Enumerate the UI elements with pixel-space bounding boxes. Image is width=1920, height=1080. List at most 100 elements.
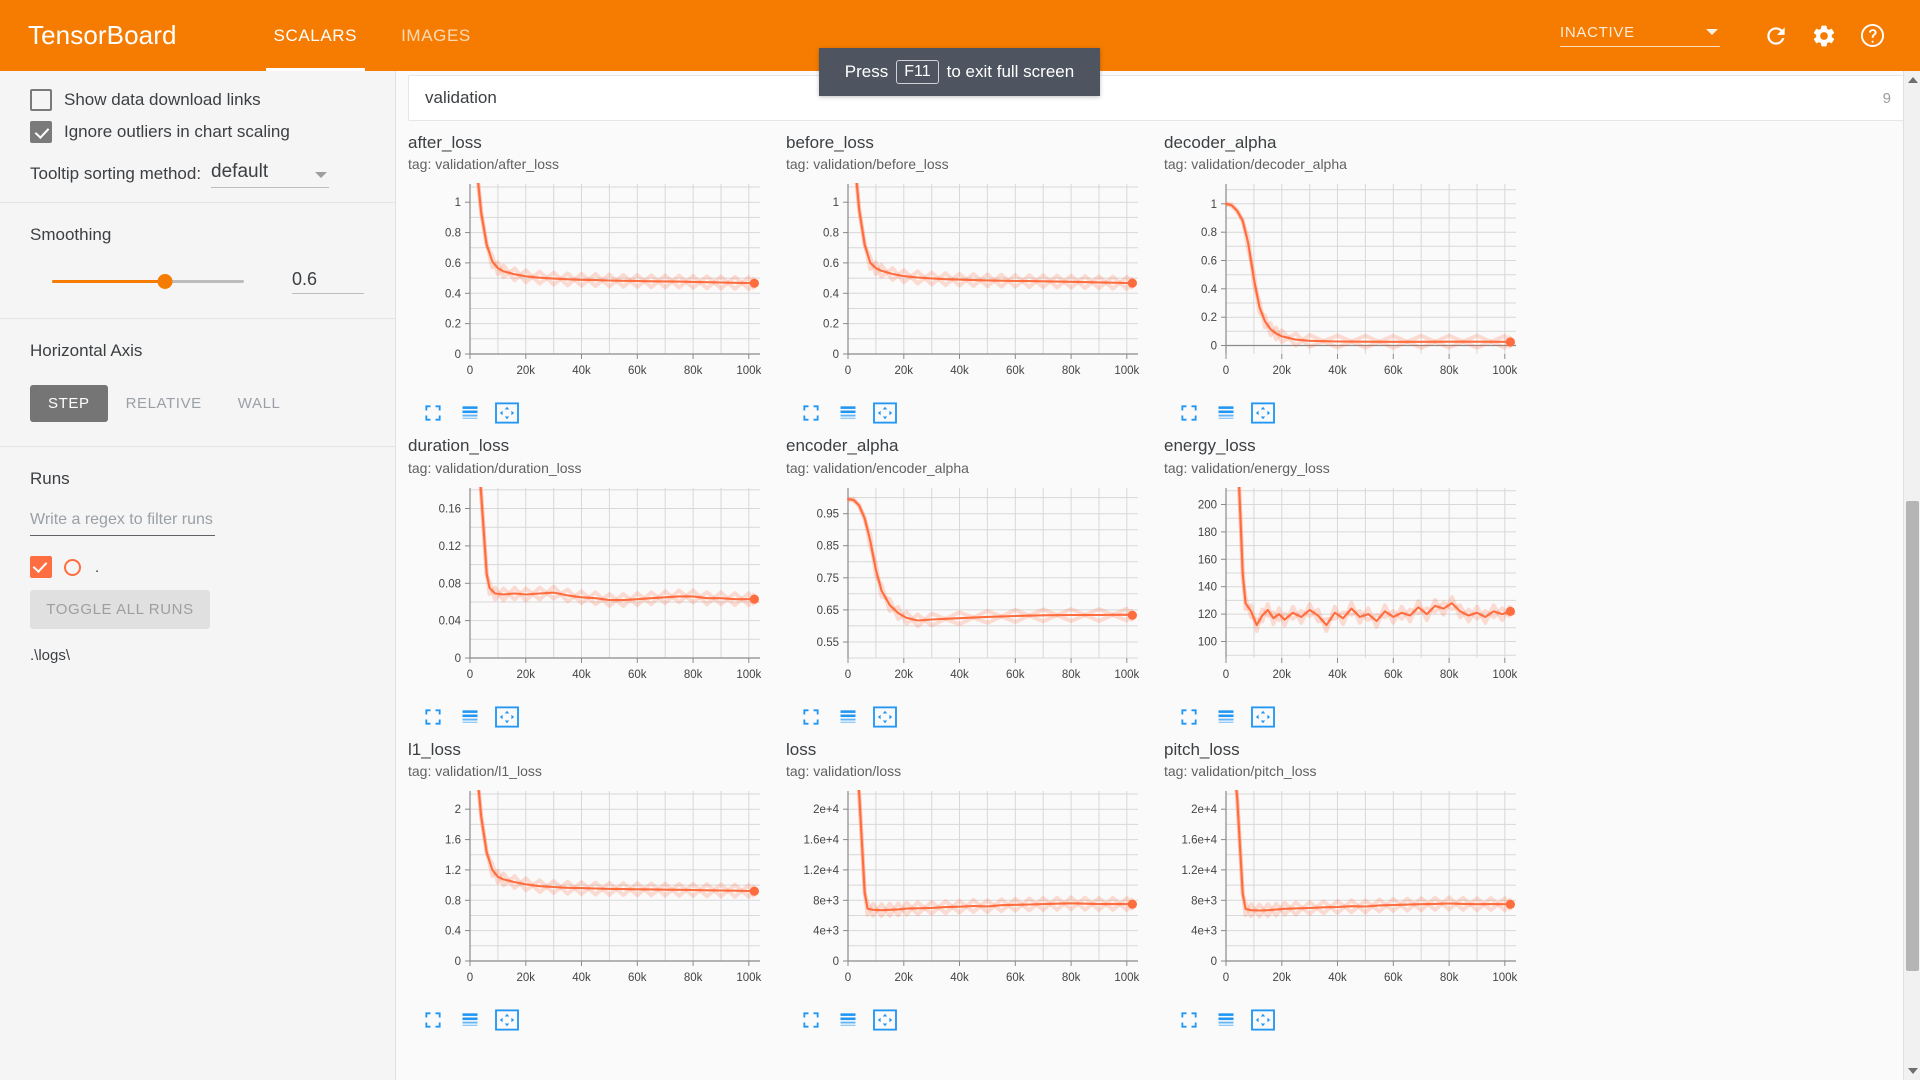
chart-fit-domain-button[interactable] [494, 400, 520, 426]
slider-fill [52, 280, 165, 283]
axis-button-step[interactable]: STEP [30, 385, 108, 422]
chart-title: loss [786, 740, 1152, 760]
chart-plot[interactable]: 00.20.40.60.81020k40k60k80k100k [408, 176, 774, 394]
chart-plot[interactable]: 100120140160180200020k40k60k80k100k [1164, 480, 1530, 698]
chart-data-table-button[interactable] [835, 400, 861, 426]
settings-sidebar: Show data download links Ignore outliers… [0, 71, 396, 1080]
chart-fit-domain-button[interactable] [872, 400, 898, 426]
horizontal-axis-label: Horizontal Axis [30, 341, 365, 361]
chart-fit-domain-button[interactable] [872, 1007, 898, 1033]
smoothing-value[interactable]: 0.6 [292, 269, 364, 294]
chart-plot[interactable]: 00.40.81.21.62020k40k60k80k100k [408, 783, 774, 1001]
svg-text:40k: 40k [950, 365, 969, 377]
chart-plot[interactable]: 04e+38e+31.2e+41.6e+42e+4020k40k60k80k10… [786, 783, 1152, 1001]
tooltip-sorting-select[interactable]: default [211, 161, 329, 188]
svg-text:100k: 100k [736, 972, 761, 984]
svg-text:0.75: 0.75 [817, 573, 839, 585]
svg-text:0: 0 [1223, 972, 1229, 984]
group-header-validation[interactable]: validation 9 [408, 75, 1908, 121]
smoothing-slider[interactable] [52, 272, 244, 292]
chart-expand-button[interactable] [420, 1007, 446, 1033]
chart-plot[interactable]: 00.040.080.120.16020k40k60k80k100k [408, 480, 774, 698]
help-button[interactable] [1850, 14, 1894, 58]
slider-knob[interactable] [158, 274, 173, 289]
chart-title: energy_loss [1164, 436, 1530, 456]
chevron-down-icon [315, 172, 327, 178]
svg-text:60k: 60k [1384, 365, 1403, 377]
fit-domain-icon [495, 706, 519, 728]
chart-fit-domain-button[interactable] [1250, 400, 1276, 426]
svg-text:100k: 100k [1492, 669, 1517, 681]
axis-button-wall[interactable]: WALL [220, 385, 299, 422]
chart-toolbar [786, 400, 1152, 426]
toggle-all-runs-button[interactable]: TOGGLE ALL RUNS [30, 590, 210, 629]
runs-filter-input[interactable] [30, 507, 215, 536]
run-item[interactable]: . [30, 556, 365, 578]
chart-data-table-button[interactable] [835, 704, 861, 730]
chart-plot[interactable]: 04e+38e+31.2e+41.6e+42e+4020k40k60k80k10… [1164, 783, 1530, 1001]
refresh-button[interactable] [1754, 14, 1798, 58]
svg-text:0: 0 [833, 349, 839, 361]
chart-data-table-button[interactable] [1213, 1007, 1239, 1033]
chart-fit-domain-button[interactable] [1250, 1007, 1276, 1033]
expand-icon [423, 1010, 443, 1030]
chart-tag: tag: validation/pitch_loss [1164, 763, 1530, 779]
scrollbar-thumb[interactable] [1906, 501, 1919, 971]
chart-data-table-button[interactable] [1213, 400, 1239, 426]
axis-button-relative[interactable]: RELATIVE [108, 385, 220, 422]
chart-expand-button[interactable] [798, 400, 824, 426]
run-color-swatch [64, 559, 81, 576]
main-tabs: SCALARS IMAGES [252, 0, 493, 71]
chart-toolbar [408, 704, 774, 730]
chart-expand-button[interactable] [420, 704, 446, 730]
chart-title: decoder_alpha [1164, 133, 1530, 153]
chart-data-table-button[interactable] [457, 704, 483, 730]
help-icon [1859, 22, 1886, 49]
chart-expand-button[interactable] [1176, 1007, 1202, 1033]
vertical-scrollbar[interactable] [1903, 71, 1920, 1080]
chart-expand-button[interactable] [798, 1007, 824, 1033]
expand-icon [1179, 1010, 1199, 1030]
svg-text:0.8: 0.8 [823, 228, 839, 240]
chart-data-table-button[interactable] [457, 400, 483, 426]
run-checkbox[interactable] [30, 556, 52, 578]
scroll-up-arrow-icon[interactable] [1908, 77, 1918, 83]
show-download-links-row[interactable]: Show data download links [30, 89, 365, 111]
chart-plot[interactable]: 00.20.40.60.81020k40k60k80k100k [786, 176, 1152, 394]
chart-expand-button[interactable] [420, 400, 446, 426]
show-download-links-checkbox[interactable] [30, 89, 52, 111]
scroll-down-arrow-icon[interactable] [1908, 1068, 1918, 1074]
ignore-outliers-checkbox[interactable] [30, 121, 52, 143]
svg-text:0: 0 [833, 956, 839, 968]
svg-text:1.2: 1.2 [445, 865, 461, 877]
svg-text:0.6: 0.6 [445, 258, 461, 270]
run-status-select[interactable]: INACTIVE [1560, 24, 1720, 47]
tooltip-sorting-row: Tooltip sorting method: default [30, 161, 365, 188]
chart-data-table-button[interactable] [457, 1007, 483, 1033]
smoothing-row: 0.6 [30, 269, 365, 294]
chart-data-table-button[interactable] [1213, 704, 1239, 730]
chart-fit-domain-button[interactable] [494, 704, 520, 730]
svg-text:8e+3: 8e+3 [813, 895, 839, 907]
tab-images[interactable]: IMAGES [379, 0, 493, 71]
toast-keycap: F11 [896, 60, 938, 85]
gear-icon [1811, 23, 1837, 49]
svg-text:20k: 20k [517, 365, 536, 377]
chart-expand-button[interactable] [1176, 400, 1202, 426]
tab-scalars[interactable]: SCALARS [252, 0, 380, 71]
chart-card: decoder_alphatag: validation/decoder_alp… [1164, 133, 1530, 426]
chart-expand-button[interactable] [798, 704, 824, 730]
chart-fit-domain-button[interactable] [1250, 704, 1276, 730]
chart-plot[interactable]: 0.550.650.750.850.95020k40k60k80k100k [786, 480, 1152, 698]
svg-text:80k: 80k [1062, 365, 1081, 377]
svg-text:2e+4: 2e+4 [1191, 804, 1218, 816]
chart-toolbar [786, 1007, 1152, 1033]
settings-button[interactable] [1802, 14, 1846, 58]
chart-fit-domain-button[interactable] [872, 704, 898, 730]
chart-plot[interactable]: 00.20.40.60.81020k40k60k80k100k [1164, 176, 1530, 394]
chart-expand-button[interactable] [1176, 704, 1202, 730]
ignore-outliers-row[interactable]: Ignore outliers in chart scaling [30, 121, 365, 143]
chart-fit-domain-button[interactable] [494, 1007, 520, 1033]
svg-text:20k: 20k [1273, 972, 1292, 984]
chart-data-table-button[interactable] [835, 1007, 861, 1033]
